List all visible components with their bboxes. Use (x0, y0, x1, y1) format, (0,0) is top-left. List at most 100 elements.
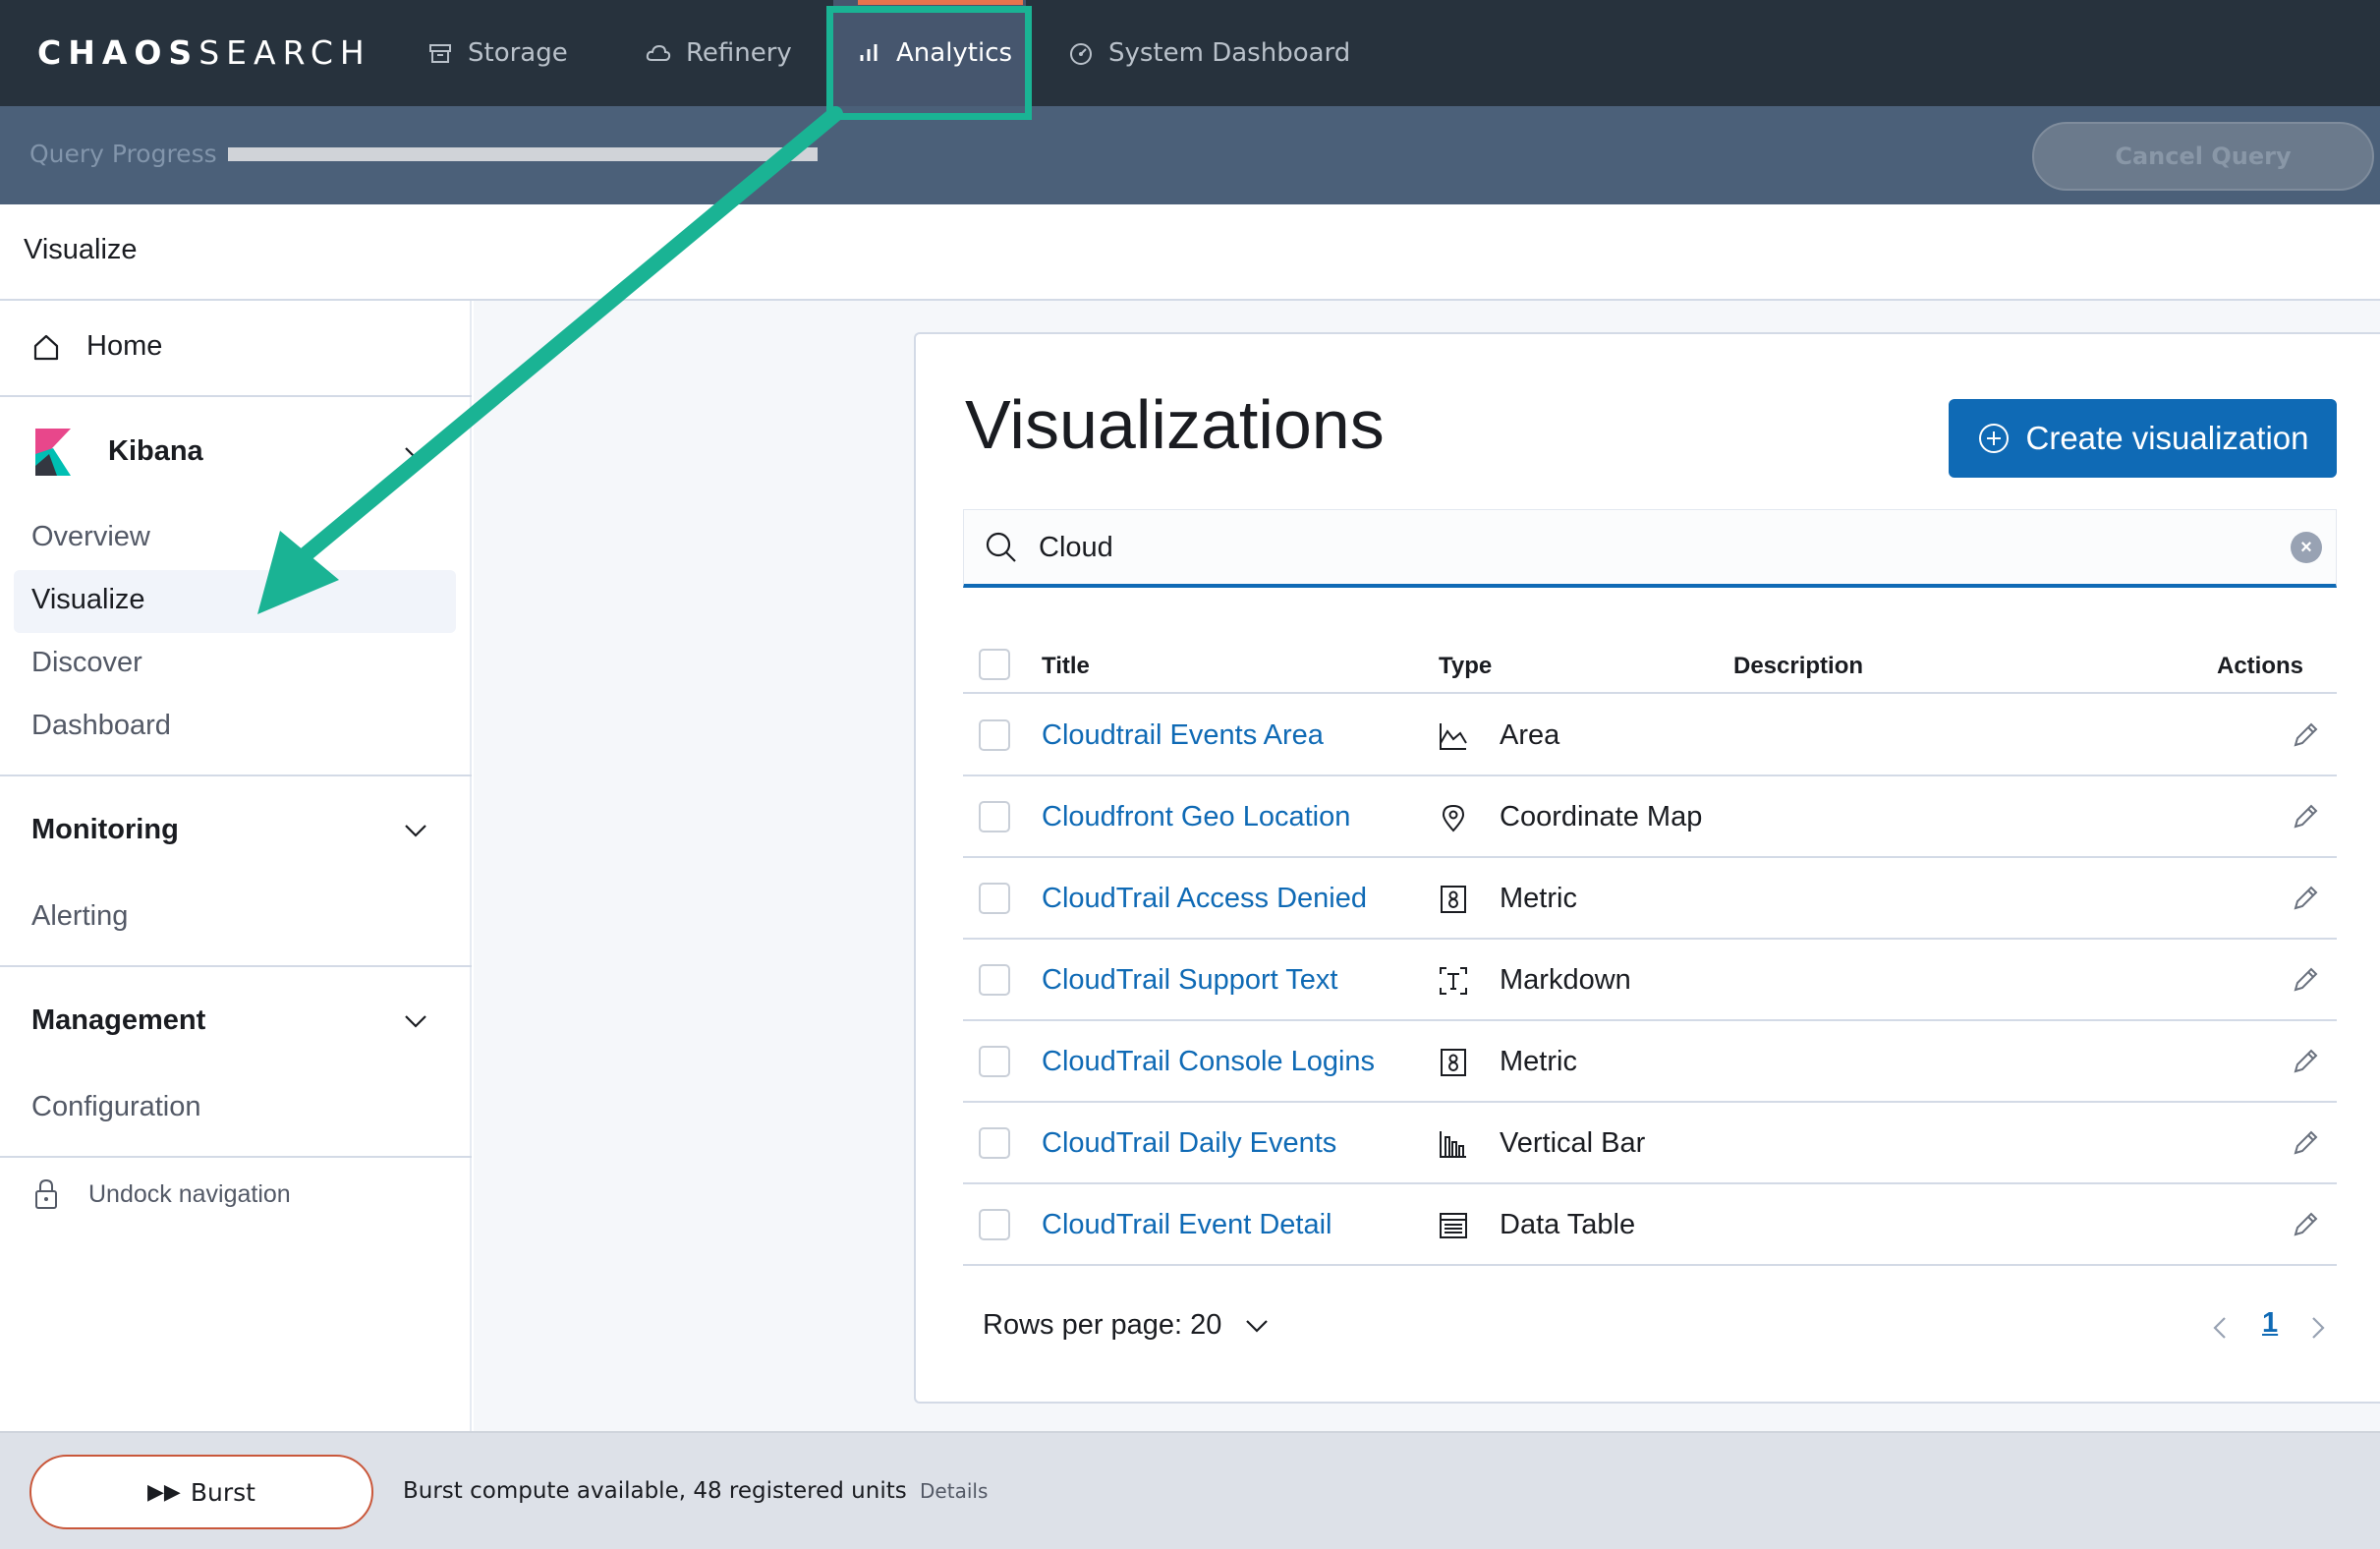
table-header: Title Type Description Actions (963, 635, 2337, 694)
kibana-logo-icon (35, 429, 71, 476)
chaossearch-logo[interactable]: CHAOSSEARCH (37, 33, 371, 72)
search-icon (986, 532, 1016, 562)
row-title-link[interactable]: Cloudtrail Events Area (1042, 719, 1324, 752)
row-title-link[interactable]: CloudTrail Event Detail (1042, 1209, 1332, 1241)
row-title-link[interactable]: CloudTrail Support Text (1042, 964, 1337, 997)
nav-system-dashboard[interactable]: System Dashboard (1067, 0, 1350, 106)
row-checkbox[interactable] (979, 801, 1010, 832)
search-field: × (963, 509, 2337, 588)
table-row: CloudTrail Support Text Markdown (963, 941, 2337, 1021)
sidebar-item-visualize[interactable]: Visualize (31, 584, 145, 616)
chevron-down-icon (1246, 1319, 1269, 1333)
vertical-bar-icon (1440, 1131, 1466, 1158)
pencil-icon[interactable] (2290, 719, 2321, 751)
row-type: Metric (1500, 1046, 1577, 1077)
top-navigation: CHAOSSEARCH Storage Refinery Analytics S… (0, 0, 2380, 106)
query-progress-label: Query Progress (29, 140, 217, 168)
row-checkbox[interactable] (979, 1046, 1010, 1077)
pencil-icon[interactable] (2290, 1127, 2321, 1159)
search-input[interactable] (1039, 524, 2218, 571)
breadcrumb[interactable]: Visualize (24, 234, 138, 266)
nav-storage[interactable]: Storage (426, 0, 568, 106)
sidebar-item-home[interactable]: Home (31, 330, 162, 363)
dashboard-icon (1070, 43, 1092, 65)
map-pin-icon (1442, 804, 1465, 832)
table-row: CloudTrail Event Detail Data Table (963, 1185, 2337, 1266)
sidebar-group-kibana[interactable]: Kibana (31, 427, 203, 476)
chevron-right-icon[interactable] (2305, 1313, 2329, 1343)
sidebar-item-dashboard[interactable]: Dashboard (31, 710, 171, 742)
metric-icon (1441, 1049, 1466, 1076)
row-title-link[interactable]: CloudTrail Access Denied (1042, 883, 1367, 915)
pencil-icon[interactable] (2290, 801, 2321, 832)
row-type: Data Table (1500, 1209, 1636, 1240)
sidebar-divider (0, 1156, 472, 1158)
sidebar: Home Kibana Overview Visualize Discover … (0, 301, 472, 1431)
metric-icon (1441, 886, 1466, 913)
burst-status: Burst compute available, 48 registered u… (403, 1478, 989, 1504)
pencil-icon[interactable] (2290, 1209, 2321, 1240)
nav-refinery[interactable]: Refinery (645, 0, 792, 106)
sidebar-group-monitoring[interactable]: Monitoring (31, 814, 179, 846)
table-row: Cloudfront Geo Location Coordinate Map (963, 777, 2337, 858)
cancel-query-button[interactable]: Cancel Query (2032, 122, 2374, 191)
active-tab-indicator (858, 0, 1023, 5)
sidebar-divider (0, 965, 472, 967)
page-number-current[interactable]: 1 (2262, 1307, 2278, 1340)
details-link[interactable]: Details (920, 1479, 988, 1503)
pencil-icon[interactable] (2290, 964, 2321, 996)
lock-icon (35, 1178, 57, 1209)
table-row: Cloudtrail Events Area Area (963, 696, 2337, 776)
create-visualization-button[interactable]: Create visualization (1949, 399, 2337, 478)
chevron-left-icon[interactable] (2209, 1313, 2233, 1343)
row-checkbox[interactable] (979, 1209, 1010, 1240)
analytics-highlight-annotation (826, 6, 1032, 120)
sidebar-item-alerting[interactable]: Alerting (31, 900, 128, 933)
chevron-down-icon[interactable] (401, 438, 430, 468)
row-checkbox[interactable] (979, 964, 1010, 996)
visualizations-panel: Visualizations Create visualization × Ti… (914, 332, 2380, 1404)
row-type: Vertical Bar (1500, 1127, 1646, 1159)
cloud-icon (646, 44, 671, 61)
table-row: CloudTrail Daily Events Vertical Bar (963, 1104, 2337, 1184)
query-progress-track (228, 147, 818, 161)
row-type: Markdown (1500, 964, 1631, 996)
storage-icon (429, 44, 451, 63)
row-title-link[interactable]: Cloudfront Geo Location (1042, 801, 1350, 833)
fast-forward-icon: ▶▶ (147, 1479, 181, 1505)
page-title: Visualizations (965, 386, 1385, 463)
row-checkbox[interactable] (979, 883, 1010, 914)
sidebar-divider (0, 774, 472, 776)
home-icon (33, 334, 59, 360)
chevron-down-icon[interactable] (401, 1006, 430, 1036)
column-actions: Actions (2217, 653, 2304, 679)
clear-search-icon[interactable]: × (2291, 532, 2322, 563)
row-type: Coordinate Map (1500, 801, 1703, 832)
row-checkbox[interactable] (979, 1127, 1010, 1159)
undock-navigation-button[interactable]: Undock navigation (31, 1177, 291, 1211)
markdown-icon (1440, 967, 1467, 995)
area-chart-icon (1440, 723, 1467, 750)
burst-button[interactable]: ▶▶ Burst (29, 1455, 373, 1529)
pencil-icon[interactable] (2290, 1046, 2321, 1077)
row-type: Metric (1500, 883, 1577, 914)
sidebar-group-management[interactable]: Management (31, 1004, 205, 1037)
row-checkbox[interactable] (979, 719, 1010, 751)
column-title[interactable]: Title (1042, 653, 1090, 680)
sidebar-item-overview[interactable]: Overview (31, 521, 150, 553)
table-row: CloudTrail Console Logins Metric (963, 1022, 2337, 1103)
sidebar-divider (0, 395, 472, 397)
sidebar-item-configuration[interactable]: Configuration (31, 1091, 201, 1123)
table-row: CloudTrail Access Denied Metric (963, 859, 2337, 940)
rows-per-page-dropdown[interactable]: Rows per page: 20 (983, 1309, 1271, 1342)
footer-bar: ▶▶ Burst Burst compute available, 48 reg… (0, 1431, 2380, 1549)
column-description: Description (1733, 653, 1864, 679)
column-type[interactable]: Type (1439, 653, 1492, 680)
chevron-down-icon[interactable] (401, 816, 430, 845)
row-title-link[interactable]: CloudTrail Daily Events (1042, 1127, 1336, 1160)
pencil-icon[interactable] (2290, 883, 2321, 914)
row-type: Area (1500, 719, 1560, 751)
sidebar-item-discover[interactable]: Discover (31, 647, 142, 679)
row-title-link[interactable]: CloudTrail Console Logins (1042, 1046, 1375, 1078)
select-all-checkbox[interactable] (979, 649, 1010, 680)
